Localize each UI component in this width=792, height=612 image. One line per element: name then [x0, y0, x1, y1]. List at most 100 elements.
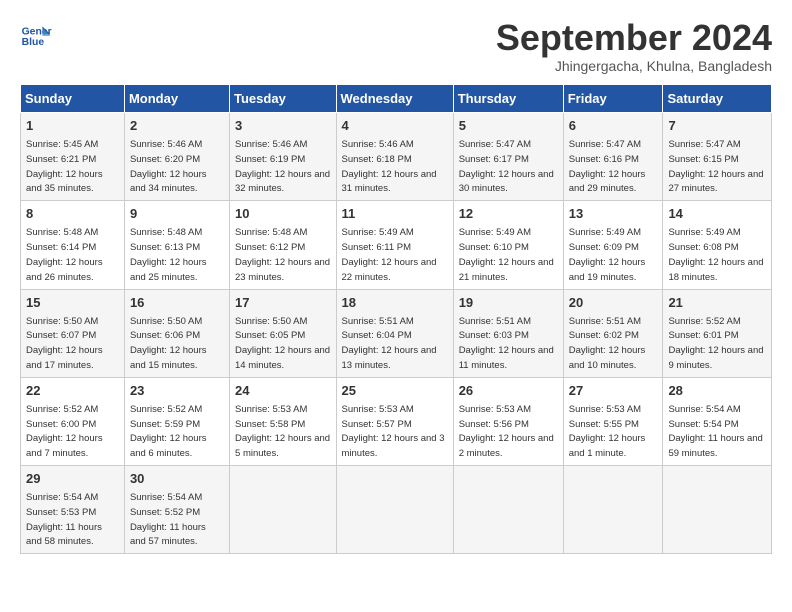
calendar-cell: 28 Sunrise: 5:54 AMSunset: 5:54 PMDaylig… [663, 377, 772, 465]
calendar-cell: 11 Sunrise: 5:49 AMSunset: 6:11 PMDaylig… [336, 201, 453, 289]
day-info: Sunrise: 5:49 AMSunset: 6:09 PMDaylight:… [569, 227, 646, 282]
day-info: Sunrise: 5:45 AMSunset: 6:21 PMDaylight:… [26, 139, 103, 194]
day-info: Sunrise: 5:52 AMSunset: 5:59 PMDaylight:… [130, 404, 207, 459]
day-number: 15 [26, 294, 119, 312]
col-wednesday: Wednesday [336, 85, 453, 113]
day-info: Sunrise: 5:54 AMSunset: 5:52 PMDaylight:… [130, 492, 206, 547]
day-number: 5 [459, 117, 558, 135]
day-info: Sunrise: 5:53 AMSunset: 5:57 PMDaylight:… [342, 404, 445, 459]
day-number: 3 [235, 117, 330, 135]
calendar-cell: 18 Sunrise: 5:51 AMSunset: 6:04 PMDaylig… [336, 289, 453, 377]
calendar-cell [663, 466, 772, 554]
day-info: Sunrise: 5:47 AMSunset: 6:16 PMDaylight:… [569, 139, 646, 194]
day-number: 4 [342, 117, 448, 135]
calendar-cell: 23 Sunrise: 5:52 AMSunset: 5:59 PMDaylig… [124, 377, 229, 465]
day-number: 24 [235, 382, 330, 400]
day-info: Sunrise: 5:46 AMSunset: 6:19 PMDaylight:… [235, 139, 330, 194]
day-info: Sunrise: 5:48 AMSunset: 6:14 PMDaylight:… [26, 227, 103, 282]
day-info: Sunrise: 5:52 AMSunset: 6:00 PMDaylight:… [26, 404, 103, 459]
day-info: Sunrise: 5:54 AMSunset: 5:53 PMDaylight:… [26, 492, 102, 547]
calendar-cell: 26 Sunrise: 5:53 AMSunset: 5:56 PMDaylig… [453, 377, 563, 465]
day-info: Sunrise: 5:46 AMSunset: 6:18 PMDaylight:… [342, 139, 437, 194]
calendar-cell: 1 Sunrise: 5:45 AMSunset: 6:21 PMDayligh… [21, 113, 125, 201]
col-friday: Friday [563, 85, 663, 113]
day-number: 8 [26, 205, 119, 223]
day-info: Sunrise: 5:48 AMSunset: 6:12 PMDaylight:… [235, 227, 330, 282]
calendar-cell: 22 Sunrise: 5:52 AMSunset: 6:00 PMDaylig… [21, 377, 125, 465]
day-number: 6 [569, 117, 658, 135]
calendar-header: Sunday Monday Tuesday Wednesday Thursday… [21, 85, 772, 113]
day-info: Sunrise: 5:51 AMSunset: 6:02 PMDaylight:… [569, 316, 646, 371]
calendar-cell: 4 Sunrise: 5:46 AMSunset: 6:18 PMDayligh… [336, 113, 453, 201]
day-info: Sunrise: 5:51 AMSunset: 6:03 PMDaylight:… [459, 316, 554, 371]
day-info: Sunrise: 5:52 AMSunset: 6:01 PMDaylight:… [668, 316, 763, 371]
calendar-body: 1 Sunrise: 5:45 AMSunset: 6:21 PMDayligh… [21, 113, 772, 554]
day-info: Sunrise: 5:53 AMSunset: 5:58 PMDaylight:… [235, 404, 330, 459]
col-tuesday: Tuesday [230, 85, 336, 113]
day-number: 9 [130, 205, 224, 223]
calendar-cell: 5 Sunrise: 5:47 AMSunset: 6:17 PMDayligh… [453, 113, 563, 201]
day-number: 22 [26, 382, 119, 400]
calendar-cell: 29 Sunrise: 5:54 AMSunset: 5:53 PMDaylig… [21, 466, 125, 554]
calendar-cell: 2 Sunrise: 5:46 AMSunset: 6:20 PMDayligh… [124, 113, 229, 201]
day-number: 19 [459, 294, 558, 312]
day-info: Sunrise: 5:51 AMSunset: 6:04 PMDaylight:… [342, 316, 437, 371]
day-number: 25 [342, 382, 448, 400]
calendar-row-2: 8 Sunrise: 5:48 AMSunset: 6:14 PMDayligh… [21, 201, 772, 289]
col-thursday: Thursday [453, 85, 563, 113]
day-info: Sunrise: 5:47 AMSunset: 6:17 PMDaylight:… [459, 139, 554, 194]
page-header: General Blue September 2024 Jhingergacha… [20, 20, 772, 74]
calendar-cell: 15 Sunrise: 5:50 AMSunset: 6:07 PMDaylig… [21, 289, 125, 377]
calendar-row-1: 1 Sunrise: 5:45 AMSunset: 6:21 PMDayligh… [21, 113, 772, 201]
day-info: Sunrise: 5:53 AMSunset: 5:56 PMDaylight:… [459, 404, 554, 459]
header-row: Sunday Monday Tuesday Wednesday Thursday… [21, 85, 772, 113]
calendar-cell: 7 Sunrise: 5:47 AMSunset: 6:15 PMDayligh… [663, 113, 772, 201]
calendar-cell: 10 Sunrise: 5:48 AMSunset: 6:12 PMDaylig… [230, 201, 336, 289]
calendar-cell: 3 Sunrise: 5:46 AMSunset: 6:19 PMDayligh… [230, 113, 336, 201]
calendar-cell [453, 466, 563, 554]
calendar-cell [563, 466, 663, 554]
day-number: 14 [668, 205, 766, 223]
calendar-cell: 24 Sunrise: 5:53 AMSunset: 5:58 PMDaylig… [230, 377, 336, 465]
calendar-cell: 12 Sunrise: 5:49 AMSunset: 6:10 PMDaylig… [453, 201, 563, 289]
calendar-cell: 30 Sunrise: 5:54 AMSunset: 5:52 PMDaylig… [124, 466, 229, 554]
day-number: 2 [130, 117, 224, 135]
calendar-cell: 9 Sunrise: 5:48 AMSunset: 6:13 PMDayligh… [124, 201, 229, 289]
month-title: September 2024 [496, 20, 772, 56]
calendar-cell [230, 466, 336, 554]
day-number: 16 [130, 294, 224, 312]
col-sunday: Sunday [21, 85, 125, 113]
day-info: Sunrise: 5:53 AMSunset: 5:55 PMDaylight:… [569, 404, 646, 459]
logo-icon: General Blue [20, 20, 52, 52]
calendar-cell: 25 Sunrise: 5:53 AMSunset: 5:57 PMDaylig… [336, 377, 453, 465]
day-info: Sunrise: 5:49 AMSunset: 6:08 PMDaylight:… [668, 227, 763, 282]
day-number: 7 [668, 117, 766, 135]
day-info: Sunrise: 5:49 AMSunset: 6:10 PMDaylight:… [459, 227, 554, 282]
svg-text:Blue: Blue [22, 37, 45, 48]
day-number: 17 [235, 294, 330, 312]
day-number: 28 [668, 382, 766, 400]
calendar-cell: 13 Sunrise: 5:49 AMSunset: 6:09 PMDaylig… [563, 201, 663, 289]
day-number: 26 [459, 382, 558, 400]
calendar-cell: 19 Sunrise: 5:51 AMSunset: 6:03 PMDaylig… [453, 289, 563, 377]
calendar-cell [336, 466, 453, 554]
col-monday: Monday [124, 85, 229, 113]
location: Jhingergacha, Khulna, Bangladesh [496, 58, 772, 74]
day-number: 23 [130, 382, 224, 400]
calendar-cell: 27 Sunrise: 5:53 AMSunset: 5:55 PMDaylig… [563, 377, 663, 465]
calendar-row-5: 29 Sunrise: 5:54 AMSunset: 5:53 PMDaylig… [21, 466, 772, 554]
col-saturday: Saturday [663, 85, 772, 113]
day-info: Sunrise: 5:50 AMSunset: 6:06 PMDaylight:… [130, 316, 207, 371]
calendar-cell: 14 Sunrise: 5:49 AMSunset: 6:08 PMDaylig… [663, 201, 772, 289]
day-number: 18 [342, 294, 448, 312]
day-info: Sunrise: 5:47 AMSunset: 6:15 PMDaylight:… [668, 139, 763, 194]
day-number: 11 [342, 205, 448, 223]
day-info: Sunrise: 5:50 AMSunset: 6:07 PMDaylight:… [26, 316, 103, 371]
calendar-cell: 8 Sunrise: 5:48 AMSunset: 6:14 PMDayligh… [21, 201, 125, 289]
calendar-cell: 6 Sunrise: 5:47 AMSunset: 6:16 PMDayligh… [563, 113, 663, 201]
day-number: 30 [130, 470, 224, 488]
day-number: 1 [26, 117, 119, 135]
calendar-cell: 20 Sunrise: 5:51 AMSunset: 6:02 PMDaylig… [563, 289, 663, 377]
day-number: 10 [235, 205, 330, 223]
calendar-row-3: 15 Sunrise: 5:50 AMSunset: 6:07 PMDaylig… [21, 289, 772, 377]
